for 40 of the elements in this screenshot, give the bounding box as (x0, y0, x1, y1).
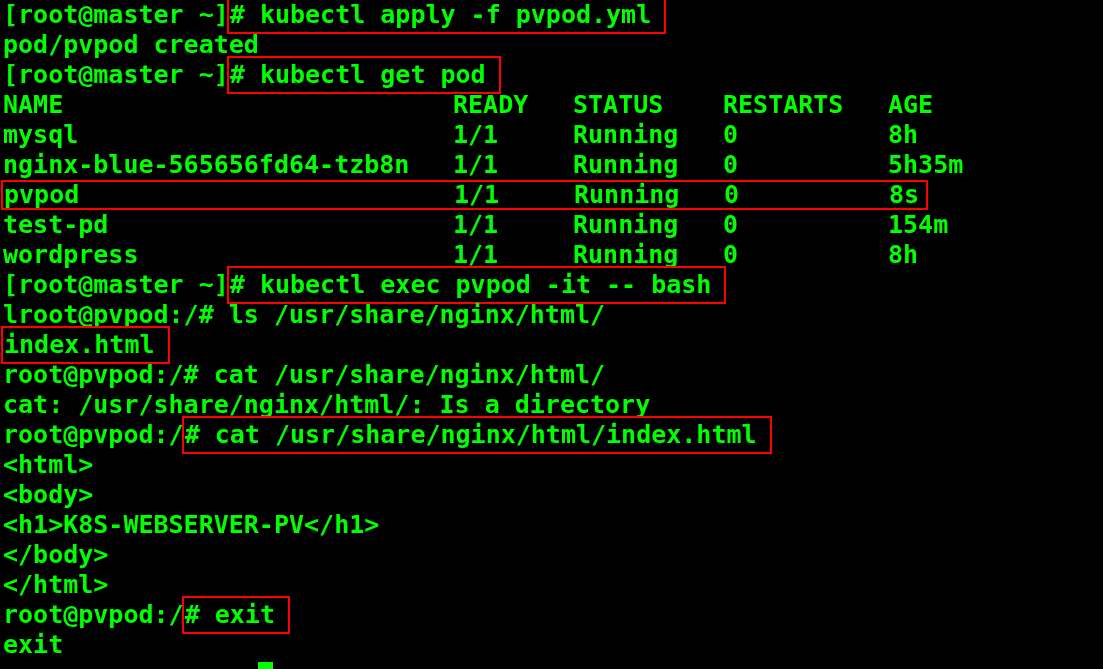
table-cell-text: Running (574, 182, 681, 208)
table-cell-text: wordpress (3, 240, 140, 270)
table-cell-text: 0 (723, 120, 740, 150)
table-cell: 5h35m (888, 150, 963, 180)
terminal-text: [root@master ~] (3, 0, 229, 30)
terminal-text: </html> (3, 570, 109, 600)
table-cell-text: 1/1 (453, 210, 500, 240)
table-cell-text: 1/1 (453, 150, 500, 180)
table-cell-text: Running (573, 150, 680, 180)
highlighted-text: # exit (181, 596, 290, 634)
terminal-text: [root@master ~] (3, 270, 229, 300)
terminal-text: exit (3, 630, 64, 660)
table-cell-text: 0 (723, 210, 740, 240)
table-cell-text: test-pd (3, 210, 110, 240)
table-cell-text: 154m (888, 210, 950, 240)
column-header: RESTARTS (723, 90, 845, 120)
terminal-text: <body> (3, 480, 94, 510)
table-cell-text: 1/1 (454, 182, 501, 208)
highlighted-text: index.html (1, 326, 170, 364)
column-header: AGE (888, 90, 935, 120)
terminal-text: <h1>K8S-WEBSERVER-PV</h1> (3, 510, 380, 540)
terminal-text: [root@master ~] (3, 60, 229, 90)
terminal-text: </body> (3, 540, 109, 570)
table-cell-text: pvpod (4, 182, 81, 208)
table-cell-text: Running (573, 210, 680, 240)
table-cell-text: 8h (888, 240, 920, 270)
column-header: STATUS (573, 90, 665, 120)
table-cell-text: 8s (889, 182, 921, 208)
highlighted-text: # cat /usr/share/nginx/html/index.html (181, 416, 772, 454)
table-cell-text: mysql (3, 120, 80, 150)
column-header: NAME (3, 90, 65, 120)
highlighted-text: # kubectl get pod (226, 56, 501, 94)
table-cell-text: nginx-blue-565656fd64-tzb8n (3, 150, 411, 180)
table-cell-text: 0 (724, 182, 741, 208)
table-cell-text: Running (573, 120, 680, 150)
terminal-text: <html> (3, 450, 94, 480)
table-cell-text: 1/1 (453, 120, 500, 150)
highlighted-text: # kubectl apply -f pvpod.yml (226, 0, 667, 34)
table-cell-text: 8h (888, 120, 920, 150)
table-cell-text: 0 (723, 150, 740, 180)
